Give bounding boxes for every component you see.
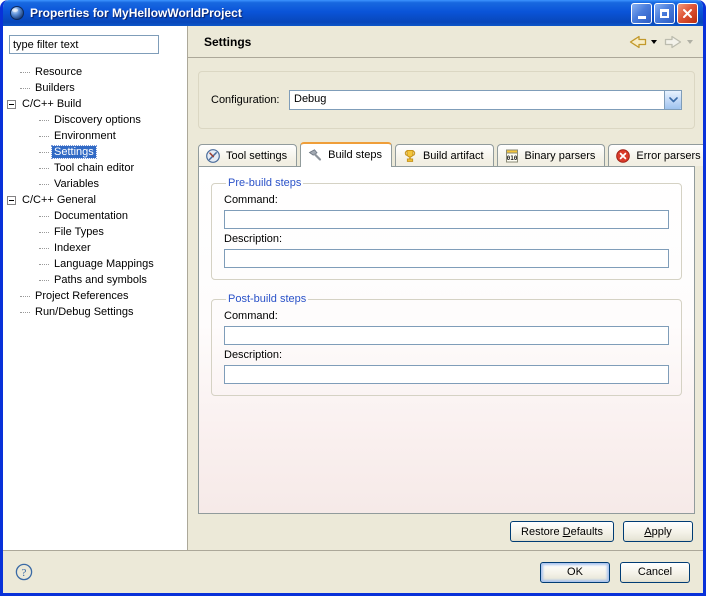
page-header: Settings — [188, 26, 703, 58]
filter-input[interactable] — [9, 35, 159, 54]
command-label: Command: — [224, 310, 278, 322]
tab-build-artifact[interactable]: Build artifact — [394, 144, 494, 166]
tab-tool-settings[interactable]: Tool settings — [198, 144, 298, 166]
help-icon[interactable]: ? — [15, 563, 33, 581]
post-build-steps-title: Post-build steps — [228, 293, 307, 305]
configuration-group: Configuration: Debug — [198, 71, 695, 129]
title-bar[interactable]: Properties for MyHellowWorldProject — [3, 0, 703, 26]
build-steps-icon — [308, 149, 322, 161]
configuration-label: Configuration: — [211, 94, 280, 106]
binary-parsers-icon: 010 — [505, 149, 518, 162]
build-steps-panel: Pre-build steps Command: Description: Po… — [198, 166, 695, 514]
properties-tree: Resource Builders C/C++ Build Discovery … — [3, 64, 187, 320]
ok-button[interactable]: OK — [540, 561, 610, 583]
description-label: Description: — [224, 349, 283, 361]
forward-menu-icon[interactable] — [687, 39, 693, 44]
post-build-steps-group: Post-build steps Command: Description: — [211, 293, 682, 396]
tree-item-builders[interactable]: Builders — [3, 80, 187, 96]
window-title: Properties for MyHellowWorldProject — [30, 6, 242, 20]
tree-item-cpp-build[interactable]: C/C++ Build — [3, 96, 187, 112]
minimize-button[interactable] — [631, 2, 652, 24]
configuration-select[interactable]: Debug — [289, 90, 682, 110]
error-parsers-icon — [616, 148, 631, 163]
collapse-icon[interactable] — [7, 99, 16, 109]
forward-icon[interactable] — [664, 35, 683, 49]
tree-item-file-types[interactable]: File Types — [3, 224, 187, 240]
pre-build-description-input[interactable] — [224, 249, 669, 268]
description-label: Description: — [224, 233, 283, 245]
maximize-icon — [660, 8, 669, 18]
collapse-icon[interactable] — [7, 195, 16, 205]
tree-item-documentation[interactable]: Documentation — [3, 208, 187, 224]
tab-binary-parsers[interactable]: 010 Binary parsers — [496, 144, 606, 166]
properties-dialog: Properties for MyHellowWorldProject Reso… — [0, 0, 706, 596]
maximize-button[interactable] — [654, 2, 675, 24]
back-icon[interactable] — [628, 35, 647, 49]
tree-item-environment[interactable]: Environment — [3, 128, 187, 144]
properties-sidebar: Resource Builders C/C++ Build Discovery … — [3, 26, 188, 550]
tree-item-indexer[interactable]: Indexer — [3, 240, 187, 256]
tree-item-run-debug-settings[interactable]: Run/Debug Settings — [3, 304, 187, 320]
build-artifact-icon — [404, 149, 416, 162]
chevron-down-icon — [668, 97, 678, 103]
cancel-button[interactable]: Cancel — [620, 561, 690, 583]
tree-item-cpp-general[interactable]: C/C++ General — [3, 192, 187, 208]
tool-settings-icon — [206, 148, 220, 163]
tree-item-discovery-options[interactable]: Discovery options — [3, 112, 187, 128]
restore-defaults-button[interactable]: Restore Defaults — [510, 521, 614, 542]
tree-item-tool-chain-editor[interactable]: Tool chain editor — [3, 160, 187, 176]
command-label: Command: — [224, 194, 278, 206]
post-build-command-input[interactable] — [224, 326, 669, 345]
dropdown-button[interactable] — [664, 91, 681, 109]
close-icon — [683, 8, 692, 18]
svg-text:010: 010 — [506, 155, 517, 162]
tree-item-language-mappings[interactable]: Language Mappings — [3, 256, 187, 272]
pre-build-steps-title: Pre-build steps — [228, 177, 302, 189]
page-title: Settings — [204, 34, 252, 49]
apply-button[interactable]: Apply — [623, 521, 693, 542]
svg-text:?: ? — [22, 567, 27, 579]
window-icon — [10, 6, 24, 20]
pre-build-command-input[interactable] — [224, 210, 669, 229]
tree-item-resource[interactable]: Resource — [3, 64, 187, 80]
dialog-footer: ? OK Cancel — [3, 550, 703, 593]
minimize-icon — [637, 16, 646, 19]
pre-build-steps-group: Pre-build steps Command: Description: — [211, 177, 682, 280]
settings-tabs: Tool settings Build steps Build artifact… — [198, 141, 703, 167]
close-button[interactable] — [677, 2, 698, 24]
tab-build-steps[interactable]: Build steps — [300, 142, 392, 167]
tab-error-parsers[interactable]: Error parsers — [608, 144, 703, 166]
tree-item-paths-and-symbols[interactable]: Paths and symbols — [3, 272, 187, 288]
tree-item-project-references[interactable]: Project References — [3, 288, 187, 304]
configuration-value: Debug — [294, 93, 327, 105]
back-menu-icon[interactable] — [651, 39, 657, 44]
tree-item-variables[interactable]: Variables — [3, 176, 187, 192]
tree-item-settings[interactable]: Settings — [3, 144, 187, 160]
post-build-description-input[interactable] — [224, 365, 669, 384]
